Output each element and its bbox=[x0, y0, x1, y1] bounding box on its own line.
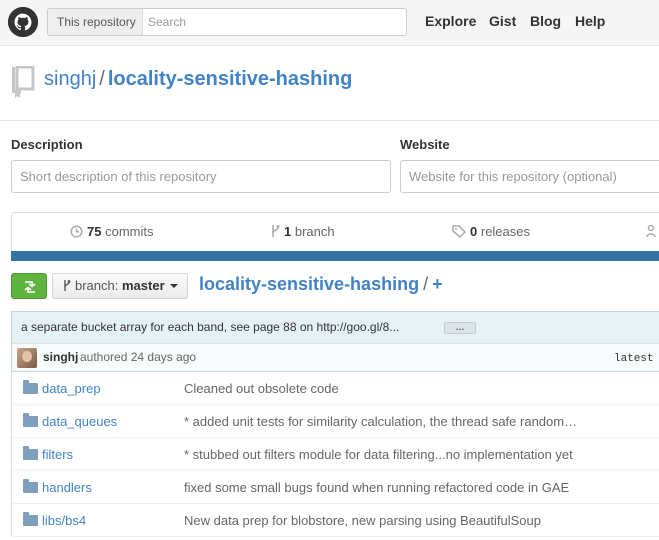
commits-stat[interactable]: 75 commits bbox=[70, 224, 153, 241]
releases-label: releases bbox=[480, 224, 530, 239]
file-row[interactable]: data_queues * added unit tests for simil… bbox=[11, 405, 659, 438]
commit-message-link[interactable]: a separate bucket array for each band, s… bbox=[21, 320, 399, 334]
search-input[interactable] bbox=[144, 9, 404, 35]
branches-stat[interactable]: 1 branch bbox=[271, 224, 335, 241]
website-field[interactable] bbox=[400, 160, 659, 193]
nav-explore[interactable]: Explore bbox=[425, 13, 476, 29]
organization-icon bbox=[646, 224, 659, 241]
branch-select-button[interactable]: branch: master bbox=[52, 273, 188, 299]
commit-author-link[interactable]: singhj bbox=[43, 350, 78, 364]
branch-value: master bbox=[122, 278, 165, 293]
nav-gist[interactable]: Gist bbox=[489, 13, 516, 29]
commit-time: authored 24 days ago bbox=[80, 350, 197, 364]
file-row[interactable]: filters * stubbed out filters module for… bbox=[11, 438, 659, 471]
file-commit-message[interactable]: * stubbed out filters module for data fi… bbox=[184, 447, 573, 462]
compare-button[interactable] bbox=[11, 273, 47, 299]
site-search: This repository bbox=[47, 8, 407, 36]
branch-icon bbox=[271, 224, 280, 241]
file-name-link[interactable]: data_queues bbox=[42, 414, 117, 429]
releases-stat[interactable]: 0 releases bbox=[452, 224, 530, 241]
commit-sha-link[interactable]: latest bbox=[614, 353, 654, 365]
avatar[interactable] bbox=[17, 348, 37, 368]
commits-count: 75 bbox=[87, 224, 102, 239]
compare-icon bbox=[24, 281, 36, 293]
repo-owner-link[interactable]: singhj bbox=[44, 68, 96, 90]
file-name-link[interactable]: filters bbox=[42, 447, 73, 462]
file-name-link[interactable]: data_prep bbox=[42, 381, 101, 396]
folder-icon bbox=[23, 380, 38, 394]
history-icon bbox=[70, 225, 83, 241]
breadcrumb-separator: / bbox=[423, 274, 429, 294]
branches-count: 1 bbox=[284, 224, 292, 239]
breadcrumb-repo-link[interactable]: locality-sensitive-hashing bbox=[199, 274, 419, 294]
tag-icon bbox=[452, 225, 467, 241]
branch-label: branch: bbox=[75, 278, 119, 293]
file-row[interactable]: libs/bs4 New data prep for blobstore, ne… bbox=[11, 504, 659, 537]
chevron-down-icon bbox=[169, 284, 178, 288]
description-label: Description bbox=[11, 137, 83, 152]
file-row[interactable]: data_prep Cleaned out obsolete code bbox=[11, 372, 659, 405]
file-row[interactable]: handlers fixed some small bugs found whe… bbox=[11, 471, 659, 504]
latest-commit-bar: a separate bucket array for each band, s… bbox=[11, 311, 659, 343]
nav-help[interactable]: Help bbox=[575, 13, 605, 29]
repo-title-separator: / bbox=[99, 68, 105, 90]
website-label: Website bbox=[400, 137, 450, 152]
language-bar[interactable] bbox=[11, 251, 659, 261]
folder-icon bbox=[23, 446, 38, 460]
branches-label: branch bbox=[294, 224, 335, 239]
nav-blog[interactable]: Blog bbox=[530, 13, 561, 29]
github-logo-icon[interactable] bbox=[8, 7, 38, 37]
repo-name-link[interactable]: locality-sensitive-hashing bbox=[108, 68, 353, 90]
file-commit-message[interactable]: fixed some small bugs found when running… bbox=[184, 480, 569, 495]
repo-icon bbox=[10, 65, 36, 103]
file-name-link[interactable]: handlers bbox=[42, 480, 92, 495]
folder-icon bbox=[23, 413, 38, 427]
file-commit-message[interactable]: Cleaned out obsolete code bbox=[184, 381, 339, 396]
repo-title: singhj / locality-sensitive-hashing bbox=[44, 68, 352, 91]
site-header: This repository Explore Gist Blog Help bbox=[0, 0, 659, 46]
breadcrumb: locality-sensitive-hashing / + bbox=[199, 274, 443, 295]
file-name-link[interactable]: libs/bs4 bbox=[42, 513, 86, 528]
description-field[interactable] bbox=[11, 160, 391, 193]
contributors-stat[interactable] bbox=[646, 224, 659, 241]
commits-label: commits bbox=[105, 224, 154, 239]
new-file-button[interactable]: + bbox=[432, 274, 443, 294]
folder-icon bbox=[23, 479, 38, 493]
header-divider bbox=[0, 120, 659, 121]
branch-icon bbox=[63, 276, 71, 300]
releases-count: 0 bbox=[470, 224, 478, 239]
file-commit-message[interactable]: * added unit tests for similarity calcul… bbox=[184, 414, 577, 429]
repo-stats-bar: 75 commits 1 branch 0 releases bbox=[11, 212, 659, 251]
expand-commit-button[interactable]: … bbox=[444, 322, 476, 334]
commit-meta: singhj authored 24 days ago latest bbox=[11, 343, 659, 372]
file-commit-message[interactable]: New data prep for blobstore, new parsing… bbox=[184, 513, 541, 528]
search-scope-label[interactable]: This repository bbox=[48, 9, 143, 35]
folder-icon bbox=[23, 512, 38, 526]
